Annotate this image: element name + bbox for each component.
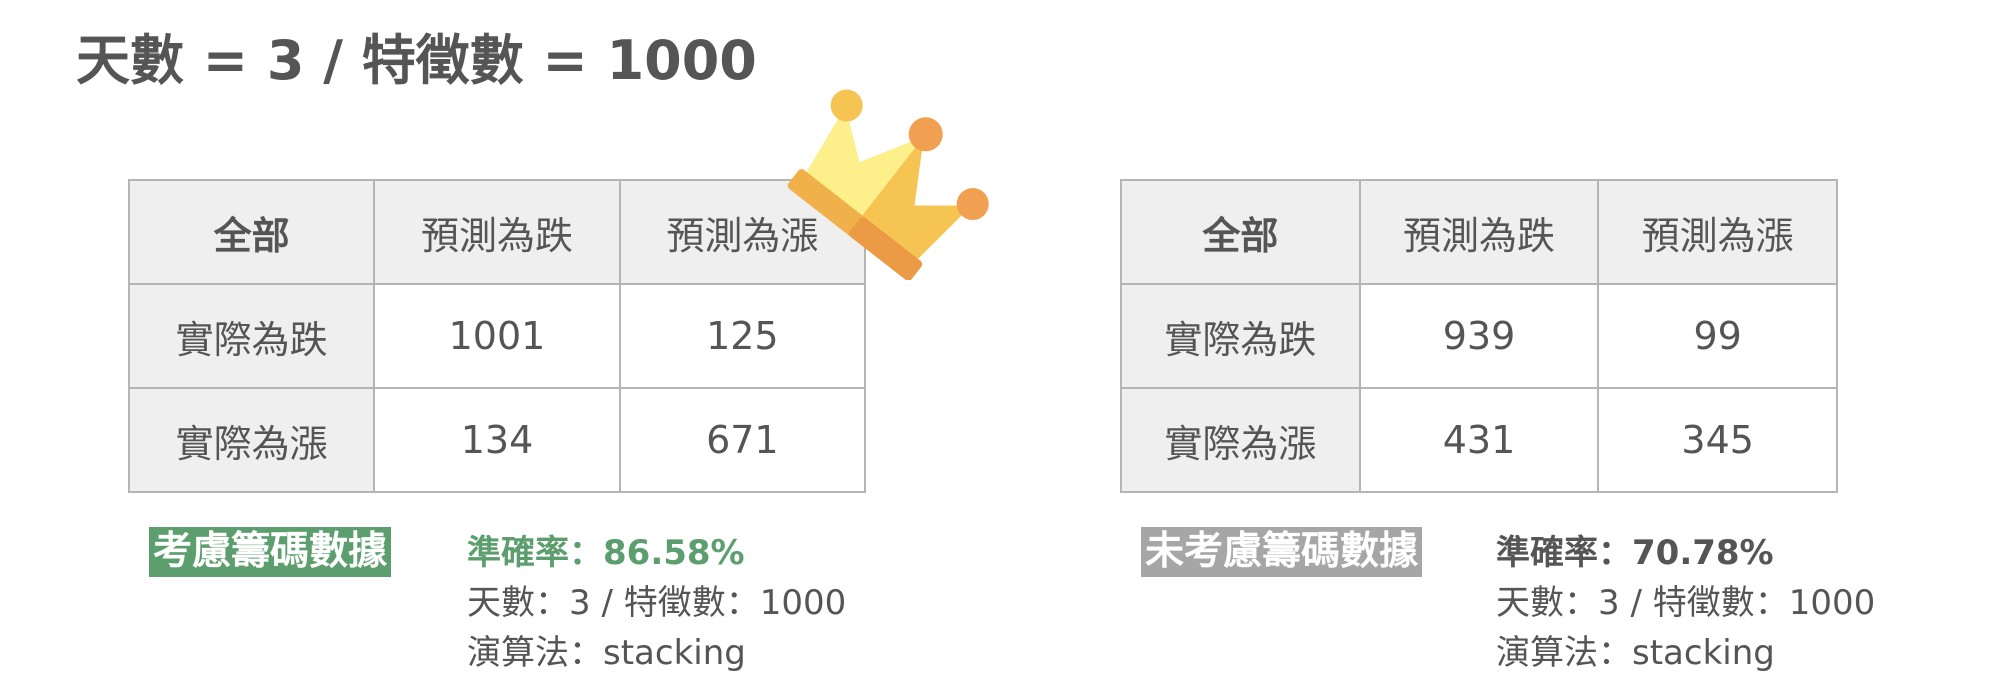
table-corner-cell: 全部 — [1120, 179, 1361, 285]
row-header: 實際為跌 — [127, 283, 376, 389]
table-cell: 939 — [1358, 283, 1600, 389]
accuracy-text: 準確率：86.58% — [467, 533, 745, 573]
algorithm-text: 演算法：stacking — [467, 633, 746, 673]
page-title: 天數 = 3 / 特徵數 = 1000 — [76, 29, 757, 92]
table-cell: 134 — [373, 387, 621, 493]
params-text: 天數：3 / 特徵數：1000 — [1496, 583, 1876, 623]
table-row: 實際為跌 1001 125 — [127, 283, 867, 389]
table-corner-cell: 全部 — [127, 179, 376, 285]
row-header: 實際為漲 — [127, 387, 376, 493]
table-cell: 431 — [1358, 387, 1600, 493]
table-cell: 125 — [618, 283, 867, 389]
crown-icon — [780, 60, 1010, 281]
table-header-row: 全部 預測為跌 預測為漲 — [127, 179, 867, 285]
table-cell: 99 — [1597, 283, 1838, 389]
column-header: 預測為跌 — [373, 179, 621, 285]
table-row: 實際為漲 134 671 — [127, 387, 867, 493]
algorithm-text: 演算法：stacking — [1496, 633, 1775, 673]
table-header-row: 全部 預測為跌 預測為漲 — [1120, 179, 1838, 285]
confusion-matrix-with-chip-data: 全部 預測為跌 預測為漲 實際為跌 1001 125 實際為漲 134 671 — [127, 179, 867, 493]
confusion-matrix-without-chip-data: 全部 預測為跌 預測為漲 實際為跌 939 99 實際為漲 431 345 — [1120, 179, 1838, 493]
table-row: 實際為漲 431 345 — [1120, 387, 1838, 493]
accuracy-text: 準確率：70.78% — [1496, 533, 1774, 573]
table-cell: 345 — [1597, 387, 1838, 493]
result-info-without-chip-data: 準確率：70.78% 天數：3 / 特徵數：1000 演算法：stacking — [1496, 528, 1875, 678]
params-text: 天數：3 / 特徵數：1000 — [467, 583, 847, 623]
row-header: 實際為跌 — [1120, 283, 1361, 389]
table-cell: 671 — [618, 387, 867, 493]
with-chip-data-tag: 考慮籌碼數據 — [149, 527, 392, 577]
row-header: 實際為漲 — [1120, 387, 1361, 493]
column-header: 預測為漲 — [1597, 179, 1838, 285]
without-chip-data-tag: 未考慮籌碼數據 — [1141, 527, 1423, 577]
table-row: 實際為跌 939 99 — [1120, 283, 1838, 389]
table-cell: 1001 — [373, 283, 621, 389]
result-info-with-chip-data: 準確率：86.58% 天數：3 / 特徵數：1000 演算法：stacking — [467, 528, 846, 678]
column-header: 預測為跌 — [1358, 179, 1600, 285]
